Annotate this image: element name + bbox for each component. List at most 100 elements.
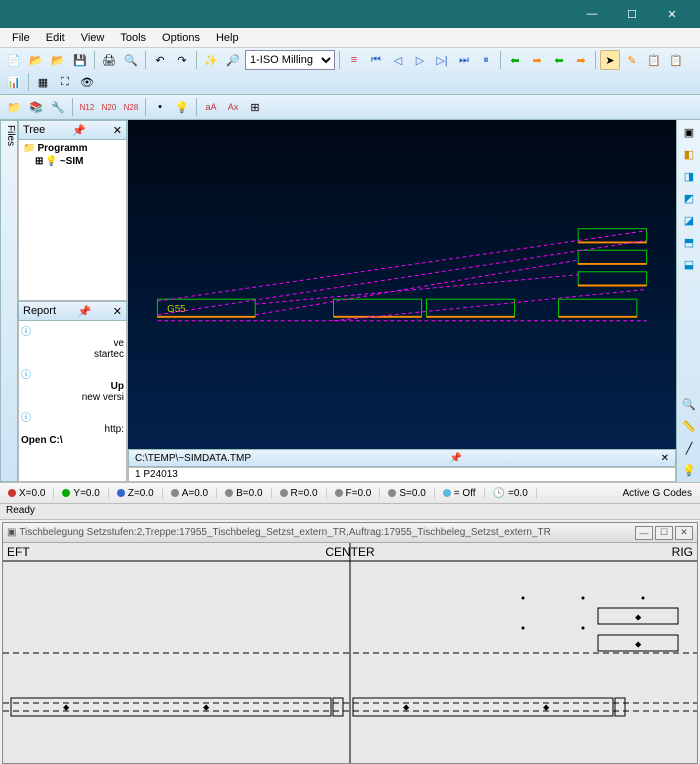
menu-file[interactable]: File xyxy=(4,30,38,46)
tool-icon[interactable]: 🔧 xyxy=(48,97,68,117)
n2-icon[interactable]: N20 xyxy=(99,97,119,117)
open-icon[interactable]: 📂 xyxy=(26,50,46,70)
tischbelegung-window: ▣ Tischbelegung Setzstufen:2,Treppe:1795… xyxy=(2,522,698,764)
cube6-icon[interactable]: ⬓ xyxy=(679,254,699,274)
view-icon[interactable]: 👁 xyxy=(77,72,97,92)
menu-help[interactable]: Help xyxy=(208,30,247,46)
subwin-body[interactable]: EFT CENTER RIG ⬥⬥ ⬥⬥ ⬥⬥ xyxy=(3,543,697,763)
arrow-left-icon[interactable]: ⬅ xyxy=(505,50,525,70)
folder-icon: 📁 xyxy=(23,143,35,154)
menu-options[interactable]: Options xyxy=(154,30,208,46)
box-icon[interactable]: ▣ xyxy=(679,122,699,142)
plus-icon[interactable]: ⊞ xyxy=(35,156,43,167)
line-icon[interactable]: ╱ xyxy=(679,438,699,458)
fit-icon[interactable]: ⛶ xyxy=(55,72,75,92)
files-tab[interactable]: Files xyxy=(0,120,18,482)
copy-icon[interactable]: 📋 xyxy=(644,50,664,70)
open2-icon[interactable]: 📂 xyxy=(48,50,68,70)
print-icon[interactable]: 🖨 xyxy=(99,50,119,70)
svg-text:⬥: ⬥ xyxy=(403,702,410,712)
subwin-icon: ▣ xyxy=(7,527,16,538)
subwin-titlebar: ▣ Tischbelegung Setzstufen:2,Treppe:1795… xyxy=(3,523,697,543)
maximize-button[interactable]: ☐ xyxy=(612,0,652,28)
folder-icon[interactable]: 📁 xyxy=(4,97,24,117)
tree-panel-header: Tree 📌 ✕ xyxy=(18,120,127,140)
cube3-icon[interactable]: ◩ xyxy=(679,188,699,208)
report-panel: ⓘ ve startec ⓘ Up new versi ⓘ http: Open… xyxy=(18,321,127,482)
file-path-bar: C:\TEMP\~SIMDATA.TMP 📌 ✕ xyxy=(128,449,676,467)
skip-last-icon[interactable]: ⏭ xyxy=(454,50,474,70)
title-bar: — ☐ ✕ xyxy=(0,0,700,28)
skip-first-icon[interactable]: ⏮ xyxy=(366,50,386,70)
cube2-icon[interactable]: ◨ xyxy=(679,166,699,186)
tree-item-sim[interactable]: ⊞ 💡 ~SIM xyxy=(21,155,124,168)
subwin-maximize[interactable]: ☐ xyxy=(655,526,673,540)
file-path: C:\TEMP\~SIMDATA.TMP xyxy=(135,453,251,464)
menu-bar: File Edit View Tools Options Help xyxy=(0,28,700,48)
filepath-pin-icon[interactable]: 📌 xyxy=(450,453,462,464)
cube5-icon[interactable]: ⬒ xyxy=(679,232,699,252)
n3-icon[interactable]: N28 xyxy=(121,97,141,117)
pause-icon[interactable]: ⏸ xyxy=(476,50,496,70)
info-icon: ⓘ xyxy=(21,409,31,424)
report-close-icon[interactable]: ✕ xyxy=(113,305,122,318)
zoom-icon[interactable]: 🔍 xyxy=(679,394,699,414)
chart-icon[interactable]: 📊 xyxy=(4,72,24,92)
tree-close-icon[interactable]: ✕ xyxy=(113,124,122,137)
toolbar-2: 📁 📚 🔧 N12 N20 N28 • 💡 aA Ax ⊞ xyxy=(0,95,700,120)
tree-panel: 📁 Programm ⊞ 💡 ~SIM xyxy=(18,140,127,301)
menu-view[interactable]: View xyxy=(73,30,113,46)
redo-icon[interactable]: ↷ xyxy=(172,50,192,70)
svg-text:⬥: ⬥ xyxy=(543,702,550,712)
tree-item-programm[interactable]: 📁 Programm xyxy=(21,142,124,155)
n1-icon[interactable]: N12 xyxy=(77,97,97,117)
info-icon: ⓘ xyxy=(21,366,31,381)
tree-pin-icon[interactable]: 📌 xyxy=(72,124,86,137)
layers-icon[interactable]: 📚 xyxy=(26,97,46,117)
pointer-icon[interactable]: ➤ xyxy=(600,50,620,70)
report-pin-icon[interactable]: 📌 xyxy=(78,305,92,318)
bulb-icon[interactable]: 💡 xyxy=(172,97,192,117)
arrow-right-icon[interactable]: ➡ xyxy=(527,50,547,70)
menu-tools[interactable]: Tools xyxy=(112,30,154,46)
arrow-right2-icon[interactable]: ➡ xyxy=(571,50,591,70)
bulb2-icon[interactable]: 💡 xyxy=(679,460,699,480)
cube-icon[interactable]: ◧ xyxy=(679,144,699,164)
undo-icon[interactable]: ↶ xyxy=(150,50,170,70)
bulb-icon: 💡 xyxy=(45,156,57,167)
operation-select[interactable]: 1-ISO Milling xyxy=(245,50,335,70)
point-icon[interactable]: • xyxy=(150,97,170,117)
search-icon[interactable]: 🔎 xyxy=(223,50,243,70)
minimize-button[interactable]: — xyxy=(572,0,612,28)
save-icon[interactable]: 💾 xyxy=(70,50,90,70)
toolbar-1: 📄 📂 📂 💾 🖨 🔍 ↶ ↷ ✨ 🔎 1-ISO Milling ≡ ⏮ ◁ … xyxy=(0,48,700,95)
step-fwd-icon[interactable]: ▷| xyxy=(432,50,452,70)
menu-edit[interactable]: Edit xyxy=(38,30,73,46)
pencil-icon[interactable]: ✎ xyxy=(622,50,642,70)
filepath-close-icon[interactable]: ✕ xyxy=(661,453,669,464)
table-icon[interactable]: ⊞ xyxy=(245,97,265,117)
svg-text:⬥: ⬥ xyxy=(203,702,210,712)
ax-icon[interactable]: Ax xyxy=(223,97,243,117)
svg-text:⬥: ⬥ xyxy=(635,612,642,622)
subwin-minimize[interactable]: — xyxy=(635,526,653,540)
preview-icon[interactable]: 🔍 xyxy=(121,50,141,70)
cnc-viewport[interactable]: G55 xyxy=(128,120,676,449)
paste-icon[interactable]: 📋 xyxy=(666,50,686,70)
measure-icon[interactable]: 📏 xyxy=(679,416,699,436)
active-g-codes[interactable]: Active G Codes xyxy=(615,488,700,499)
svg-text:⬥: ⬥ xyxy=(635,639,642,649)
list-icon[interactable]: ≡ xyxy=(344,50,364,70)
grid-icon[interactable]: ▦ xyxy=(33,72,53,92)
aa-icon[interactable]: aA xyxy=(201,97,221,117)
cube4-icon[interactable]: ◪ xyxy=(679,210,699,230)
wand-icon[interactable]: ✨ xyxy=(201,50,221,70)
coordinates-bar: X=0.0 Y=0.0 Z=0.0 A=0.0 B=0.0 R=0.0 F=0.… xyxy=(0,482,700,504)
new-icon[interactable]: 📄 xyxy=(4,50,24,70)
step-back-icon[interactable]: ◁ xyxy=(388,50,408,70)
play-icon[interactable]: ▷ xyxy=(410,50,430,70)
subwin-close[interactable]: ✕ xyxy=(675,526,693,540)
arrow-left2-icon[interactable]: ⬅ xyxy=(549,50,569,70)
right-toolbar: ▣ ◧ ◨ ◩ ◪ ⬒ ⬓ 🔍 📏 ╱ 💡 xyxy=(676,120,700,482)
close-button[interactable]: ✕ xyxy=(652,0,692,28)
